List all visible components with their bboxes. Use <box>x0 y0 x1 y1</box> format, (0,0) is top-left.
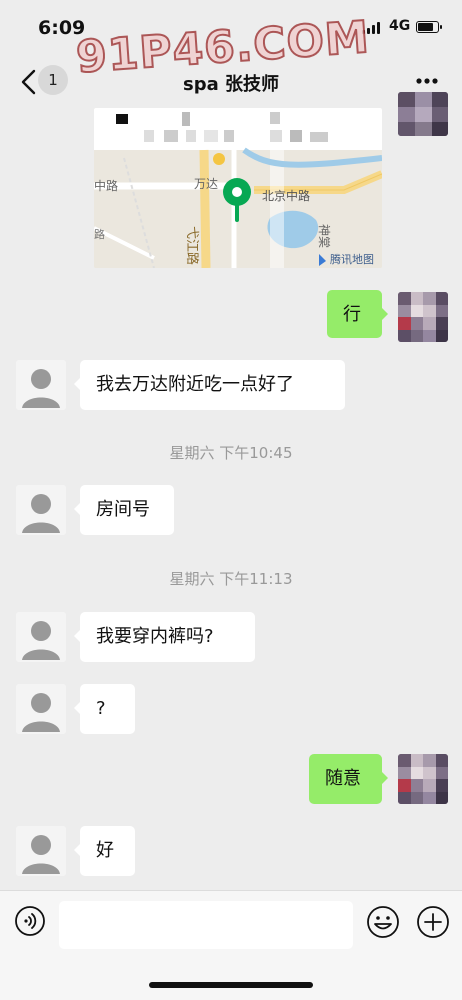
network-type: 4G <box>389 18 411 34</box>
contact-avatar[interactable] <box>16 612 66 662</box>
incoming-message-bubble[interactable]: ? <box>74 684 135 734</box>
incoming-message-bubble[interactable]: 我去万达附近吃一点好了 <box>74 360 345 410</box>
map-label-road-west: 中路 <box>94 178 118 193</box>
location-map-card[interactable]: 中路 万达 北京中路 弋江路 神棠 路 腾讯地图 <box>94 108 382 268</box>
map-label-wanda: 万达 <box>194 177 218 191</box>
home-indicator[interactable] <box>149 982 313 988</box>
my-avatar[interactable] <box>398 292 448 342</box>
incoming-message-bubble[interactable]: 我要穿内裤吗? <box>74 612 255 662</box>
contact-avatar[interactable] <box>16 360 66 410</box>
signal-icon <box>362 22 382 34</box>
outgoing-message-bubble[interactable]: 随意 <box>309 754 388 804</box>
map-label-shenchao: 神棠 <box>317 224 331 248</box>
incoming-message-bubble[interactable]: 房间号 <box>74 485 174 535</box>
message-timestamp: 星期六 下午11:13 <box>169 570 293 588</box>
voice-input-icon[interactable] <box>14 905 46 937</box>
map-label-beijing-road: 北京中路 <box>262 188 310 203</box>
chat-header: 1 spa 张技师 <box>0 56 462 108</box>
message-timestamp: 星期六 下午10:45 <box>169 444 293 462</box>
map-label-yijiang-road: 弋江路 <box>184 226 200 265</box>
my-avatar[interactable] <box>398 92 448 136</box>
contact-avatar[interactable] <box>16 684 66 734</box>
status-time: 6:09 <box>38 17 86 39</box>
chat-title: spa 张技师 <box>182 74 279 95</box>
map-provider-label: 腾讯地图 <box>330 252 374 266</box>
emoji-icon[interactable] <box>366 905 400 939</box>
my-avatar[interactable] <box>398 754 448 804</box>
battery-icon <box>416 21 442 33</box>
outgoing-message-bubble[interactable]: 行 <box>327 290 388 338</box>
map-label-left-edge: 路 <box>94 228 105 241</box>
message-text-input[interactable] <box>59 901 353 949</box>
plus-icon[interactable] <box>416 905 450 939</box>
status-bar: 6:09 4G <box>0 0 462 56</box>
more-options-icon[interactable] <box>410 70 444 92</box>
contact-avatar[interactable] <box>16 826 66 876</box>
contact-avatar[interactable] <box>16 485 66 535</box>
incoming-message-bubble[interactable]: 好 <box>74 826 135 876</box>
